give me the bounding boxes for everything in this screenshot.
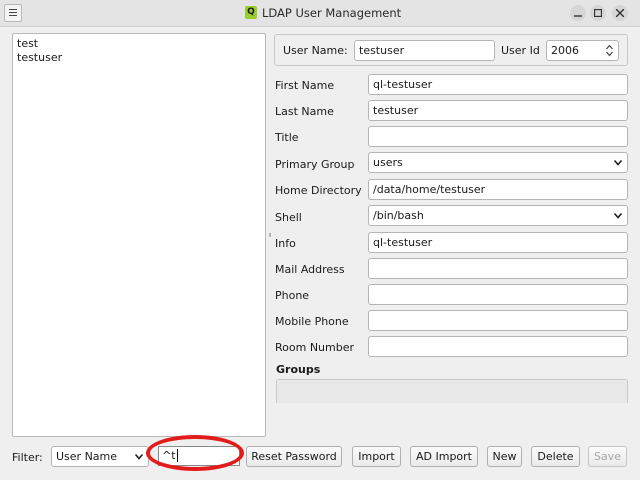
filter-input-value: ^t [162,449,176,462]
home-directory-label: Home Directory [275,184,362,197]
filter-field-value: User Name [56,450,118,463]
chevron-down-icon [614,213,622,219]
mobile-phone-label: Mobile Phone [275,315,349,328]
window-menu-button[interactable] [4,4,22,22]
app-logo-icon: Q [245,6,257,19]
shell-select[interactable]: /bin/bash [368,205,628,226]
close-button[interactable] [612,5,628,21]
phone-label: Phone [275,289,310,302]
phone-field[interactable] [368,284,628,305]
info-field[interactable]: ql-testuser [368,232,628,253]
userid-spinbox[interactable]: 2006 [546,40,619,61]
maximize-icon [594,9,602,17]
filter-input[interactable]: ^t [158,446,240,466]
filter-label: Filter: [12,451,43,464]
user-list[interactable]: test testuser [12,33,266,437]
reset-password-button[interactable]: Reset Password [246,446,342,467]
shell-value: /bin/bash [373,209,424,222]
window-title: LDAP User Management [262,6,402,20]
first-name-label: First Name [275,79,335,92]
close-icon [616,9,624,17]
save-button[interactable]: Save [588,446,627,467]
userid-value: 2006 [551,44,579,57]
mail-address-field[interactable] [368,258,628,279]
new-button[interactable]: New [487,446,522,467]
list-item[interactable]: testuser [17,51,261,65]
last-name-label: Last Name [275,105,334,118]
list-item[interactable]: test [17,37,261,51]
minimize-icon [574,15,582,17]
primary-group-value: users [373,156,403,169]
home-directory-field[interactable]: /data/home/testuser [368,179,628,200]
mobile-phone-field[interactable] [368,310,628,331]
primary-group-select[interactable]: users [368,152,628,173]
userid-label: User Id [501,44,540,57]
room-number-label: Room Number [275,341,355,354]
chevron-down-icon [614,160,622,166]
info-label: Info [275,237,296,250]
first-name-field[interactable]: ql-testuser [368,74,628,95]
room-number-field[interactable] [368,336,628,357]
import-button[interactable]: Import [352,446,401,467]
minimize-button[interactable] [570,5,586,21]
text-cursor [176,449,178,462]
username-field[interactable]: testuser [354,40,495,61]
delete-button[interactable]: Delete [531,446,580,467]
username-label: User Name: [283,44,348,57]
filter-field-select[interactable]: User Name [51,446,149,467]
splitter-handle[interactable] [269,233,271,237]
shell-label: Shell [275,211,302,224]
ad-import-button[interactable]: AD Import [410,446,478,467]
groups-list[interactable] [276,379,628,403]
spin-arrows-icon[interactable] [606,44,613,57]
groups-title: Groups [276,363,321,376]
maximize-button[interactable] [590,5,606,21]
window-titlebar: Q LDAP User Management [0,0,640,27]
chevron-down-icon [135,454,143,460]
mail-address-label: Mail Address [275,263,345,276]
last-name-field[interactable]: testuser [368,100,628,121]
title-label: Title [275,131,299,144]
primary-group-label: Primary Group [275,158,355,171]
title-field[interactable] [368,126,628,147]
